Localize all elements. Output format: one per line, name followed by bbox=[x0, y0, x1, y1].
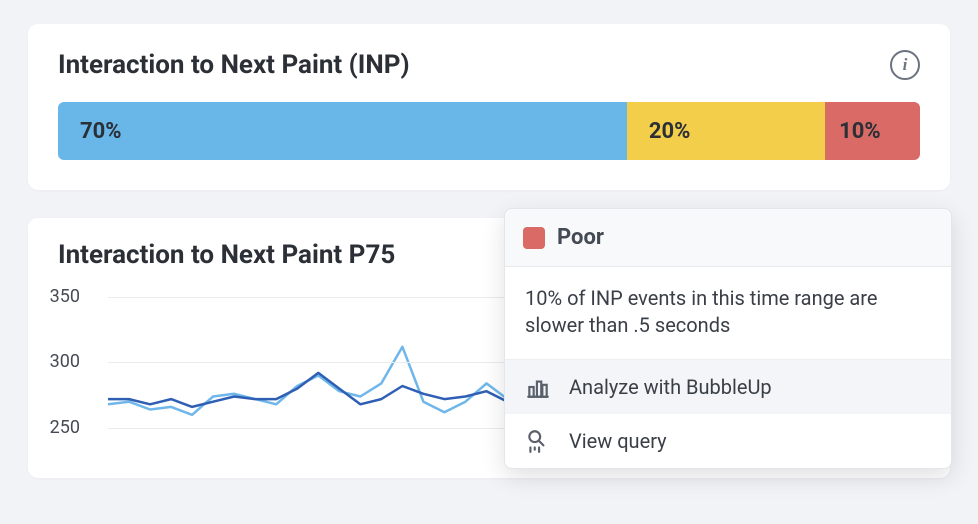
segment-label: 70% bbox=[80, 119, 122, 144]
popover-header: Poor bbox=[505, 209, 951, 267]
inp-distribution-card: Interaction to Next Paint (INP) i 70% 20%… bbox=[28, 24, 950, 190]
query-icon bbox=[525, 428, 551, 454]
color-swatch bbox=[523, 227, 545, 249]
distribution-bar: 70% 20% 10% bbox=[58, 102, 920, 160]
segment-popover: Poor 10% of INP events in this time rang… bbox=[504, 208, 952, 469]
info-icon[interactable]: i bbox=[890, 50, 920, 80]
analyze-bubbleup-action[interactable]: Analyze with BubbleUp bbox=[505, 360, 951, 414]
segment-label: 20% bbox=[649, 119, 691, 144]
segment-blue[interactable]: 70% bbox=[58, 102, 627, 160]
action-label: View query bbox=[569, 429, 667, 453]
action-label: Analyze with BubbleUp bbox=[569, 375, 772, 399]
popover-title: Poor bbox=[557, 225, 604, 250]
segment-label: 10% bbox=[839, 119, 881, 144]
bar-chart-icon bbox=[525, 374, 551, 400]
y-tick-label: 350 bbox=[50, 286, 80, 307]
y-tick-label: 300 bbox=[50, 351, 80, 372]
view-query-action[interactable]: View query bbox=[505, 414, 951, 468]
card-header: Interaction to Next Paint (INP) i bbox=[58, 50, 920, 80]
card-title: Interaction to Next Paint (INP) bbox=[58, 50, 410, 80]
y-tick-label: 250 bbox=[50, 417, 80, 438]
segment-yellow[interactable]: 20% bbox=[627, 102, 825, 160]
segment-red[interactable]: 10% bbox=[825, 102, 920, 160]
popover-body: 10% of INP events in this time range are… bbox=[505, 267, 951, 360]
